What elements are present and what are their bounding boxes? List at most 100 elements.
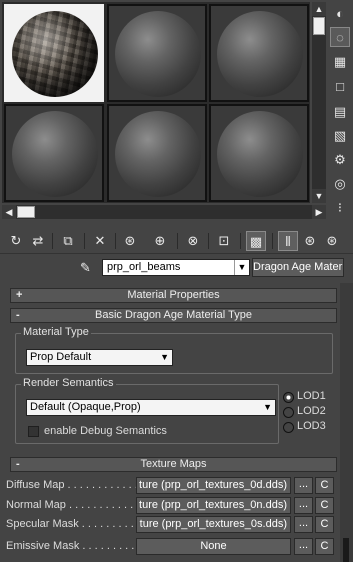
toolbar-separator: [84, 233, 85, 249]
rollout-title: Texture Maps: [140, 458, 207, 470]
sample-slot-5[interactable]: [107, 104, 207, 202]
render-semantics-dropdown[interactable]: Default (Opaque,Prop) ▼: [26, 399, 276, 416]
scroll-down-arrow-icon[interactable]: ▼: [312, 189, 326, 203]
material-preview-sphere: [115, 11, 201, 97]
specular-mask-button[interactable]: ture (prp_orl_textures_0s.dds): [136, 516, 291, 533]
parameters-scrollbar[interactable]: [340, 283, 353, 562]
side-toolbar: ◐ ◌ ▦ □ ▤ ▧ ⚙ ◎ ⁝: [329, 2, 353, 222]
go-sibling-icon[interactable]: ⊛: [322, 231, 342, 251]
normal-clear-button[interactable]: C: [315, 497, 334, 514]
lod1-radio-row[interactable]: LOD1: [283, 390, 333, 406]
sample-slots-area: [2, 2, 310, 203]
rollout-title: Basic Dragon Age Material Type: [95, 309, 252, 321]
material-type-dropdown[interactable]: Prop Default ▼: [26, 349, 173, 366]
select-by-material-icon[interactable]: ◎: [330, 174, 350, 194]
emissive-browse-button[interactable]: ...: [294, 538, 313, 555]
sample-slot-6[interactable]: [209, 104, 309, 202]
dropdown-value: Default (Opaque,Prop): [30, 401, 141, 413]
sample-slot-3[interactable]: [209, 4, 309, 102]
material-type-group: Material Type Prop Default ▼: [15, 326, 333, 374]
diffuse-map-button[interactable]: ture (prp_orl_textures_0d.dds): [136, 477, 291, 494]
chevron-down-icon: ▼: [160, 352, 169, 362]
slots-horizontal-scrollbar[interactable]: ◀ ▶: [2, 205, 326, 219]
scroll-thumb[interactable]: [17, 206, 35, 218]
sample-type-icon[interactable]: ◐: [330, 4, 350, 24]
scroll-up-arrow-icon[interactable]: ▲: [312, 2, 326, 16]
assign-to-selection-icon[interactable]: ⧉: [58, 231, 78, 251]
reset-icon[interactable]: ✕: [90, 231, 110, 251]
make-unique-icon[interactable]: ⊛: [120, 231, 140, 251]
options-icon[interactable]: ⚙: [330, 150, 350, 170]
rollout-material-properties[interactable]: + Material Properties: [10, 288, 337, 303]
material-preview-sphere: [217, 11, 303, 97]
toolbar-separator: [240, 233, 241, 249]
toolbar-separator: [208, 233, 209, 249]
material-id-icon[interactable]: ⊗: [183, 231, 203, 251]
toolbar-separator: [52, 233, 53, 249]
toolbar-separator: [115, 233, 116, 249]
render-semantics-group: Render Semantics Default (Opaque,Prop) ▼…: [15, 377, 279, 444]
material-name-row: ✎ prp_orl_beams ▼ Dragon Age Material: [0, 258, 353, 278]
emissive-mask-button[interactable]: None: [136, 538, 291, 555]
lod2-radio[interactable]: [283, 407, 294, 418]
debug-semantics-label: enable Debug Semantics: [44, 425, 167, 437]
material-editor-toolbar: ↻ ⇄ ⧉ ✕ ⊛ ⊕ ⊗ ⊡ ▩ ⫴ ⊛ ⊛: [0, 228, 353, 254]
slots-vertical-scrollbar[interactable]: ▲ ▼: [312, 2, 326, 203]
material-preview-sphere: [12, 11, 98, 97]
map-label: Emissive Mask . . . . . . . . . .: [6, 540, 141, 552]
put-to-scene-icon[interactable]: ⇄: [28, 231, 48, 251]
background-icon[interactable]: ▦: [330, 52, 350, 72]
specular-clear-button[interactable]: C: [315, 516, 334, 533]
map-label: Normal Map . . . . . . . . . . . .: [6, 499, 140, 511]
map-label: Diffuse Map . . . . . . . . . . . .: [6, 479, 138, 491]
get-material-icon[interactable]: ↻: [6, 231, 26, 251]
sample-slot-2[interactable]: [107, 4, 207, 102]
lod2-radio-row[interactable]: LOD2: [283, 405, 333, 421]
lod2-label: LOD2: [297, 405, 326, 417]
backlight-icon[interactable]: ◌: [330, 27, 350, 47]
scroll-left-arrow-icon[interactable]: ◀: [2, 205, 16, 219]
map-row-normal: Normal Map . . . . . . . . . . . . ture …: [6, 497, 339, 514]
video-check-icon[interactable]: ▤: [330, 102, 350, 122]
scroll-thumb[interactable]: [343, 538, 349, 562]
rollout-toggle-sign: -: [16, 309, 20, 321]
lod-radio-group: LOD1 LOD2 LOD3: [283, 390, 333, 442]
lod1-radio[interactable]: [283, 392, 294, 403]
specular-browse-button[interactable]: ...: [294, 516, 313, 533]
group-label: Render Semantics: [21, 377, 116, 389]
show-end-result-icon[interactable]: ▩: [246, 231, 266, 251]
chevron-down-icon: ▼: [263, 402, 272, 412]
go-forward-icon[interactable]: ⊛: [300, 231, 320, 251]
normal-map-button[interactable]: ture (prp_orl_textures_0n.dds): [136, 497, 291, 514]
material-navigator-icon[interactable]: ⁝: [330, 198, 350, 218]
lod3-radio[interactable]: [283, 422, 294, 433]
lod1-label: LOD1: [297, 390, 326, 402]
diffuse-clear-button[interactable]: C: [315, 477, 334, 494]
map-label: Specular Mask . . . . . . . . . .: [6, 518, 140, 530]
rollout-basic-type[interactable]: - Basic Dragon Age Material Type: [10, 308, 337, 323]
material-preview-sphere: [115, 111, 201, 197]
sample-slot-1[interactable]: [4, 4, 104, 102]
scroll-thumb[interactable]: [313, 17, 325, 35]
scroll-right-arrow-icon[interactable]: ▶: [312, 205, 326, 219]
normal-browse-button[interactable]: ...: [294, 497, 313, 514]
eyedropper-icon[interactable]: ✎: [80, 260, 96, 276]
material-name-field[interactable]: prp_orl_beams: [102, 259, 250, 276]
show-map-icon[interactable]: ⊡: [214, 231, 234, 251]
chevron-down-icon[interactable]: ▼: [234, 260, 249, 275]
material-type-button[interactable]: Dragon Age Material: [252, 258, 344, 277]
debug-semantics-checkbox[interactable]: [28, 426, 39, 437]
lod3-label: LOD3: [297, 420, 326, 432]
diffuse-browse-button[interactable]: ...: [294, 477, 313, 494]
rollout-title: Material Properties: [127, 289, 220, 301]
go-to-parent-icon[interactable]: ⫴: [278, 231, 298, 251]
toolbar-separator: [177, 233, 178, 249]
put-to-library-icon[interactable]: ⊕: [150, 231, 170, 251]
rollout-texture-maps[interactable]: - Texture Maps: [10, 457, 337, 472]
parameters-panel: + Material Properties - Basic Dragon Age…: [6, 283, 339, 562]
sample-slot-4[interactable]: [4, 104, 104, 202]
lod3-radio-row[interactable]: LOD3: [283, 420, 333, 436]
sample-uv-icon[interactable]: □: [330, 77, 350, 97]
emissive-clear-button[interactable]: C: [315, 538, 334, 555]
make-preview-icon[interactable]: ▧: [330, 126, 350, 146]
